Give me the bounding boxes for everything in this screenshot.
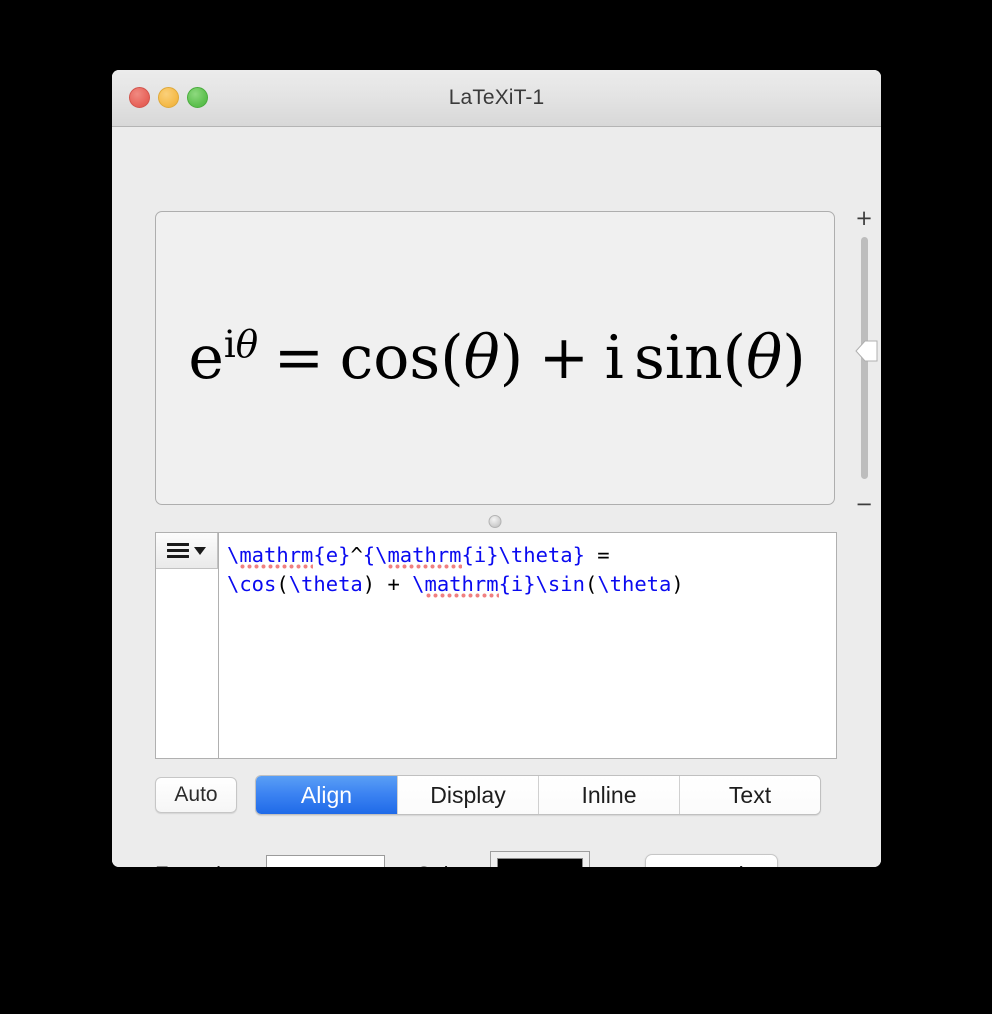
mode-segment-align[interactable]: Align bbox=[256, 776, 397, 814]
mode-selector-row: Auto Align Display Inline Text bbox=[155, 775, 821, 815]
editor-gutter bbox=[156, 533, 219, 758]
equation-sin: sin bbox=[634, 323, 723, 393]
equation-theta-2: θ bbox=[746, 323, 783, 393]
equation-close-paren-2: ) bbox=[782, 323, 806, 393]
mode-segment-inline[interactable]: Inline bbox=[538, 776, 679, 814]
source-token: \ bbox=[227, 543, 240, 567]
equation-i: i bbox=[604, 323, 624, 393]
font-size-input[interactable]: 36.00 pt bbox=[266, 855, 386, 867]
source-token: \theta bbox=[288, 572, 363, 596]
source-token: ^ bbox=[350, 543, 363, 567]
mode-auto-button[interactable]: Auto bbox=[155, 777, 237, 813]
mode-segment-display[interactable]: Display bbox=[397, 776, 538, 814]
equation-exponent-theta: θ bbox=[235, 322, 259, 366]
source-token: \ bbox=[375, 543, 388, 567]
equation-close-paren-1: ) bbox=[499, 323, 524, 393]
source-token: ( bbox=[276, 572, 289, 596]
window-titlebar: LaTeXiT-1 bbox=[112, 70, 881, 127]
preview-zoom-slider[interactable]: + − bbox=[849, 199, 879, 517]
source-token: ( bbox=[584, 572, 598, 596]
equation-equals: = bbox=[273, 323, 325, 393]
equation-open-paren-2: ( bbox=[722, 323, 747, 393]
equation-open-paren-1: ( bbox=[440, 323, 464, 393]
hamburger-menu-icon bbox=[167, 543, 189, 558]
editor-menu-button[interactable] bbox=[156, 533, 218, 569]
zoom-in-icon[interactable]: + bbox=[849, 208, 879, 229]
latex-it-button[interactable]: LaTeX it! bbox=[645, 854, 779, 867]
source-token-misspelled: mathrm bbox=[239, 543, 314, 570]
mode-segment-text[interactable]: Text bbox=[679, 776, 820, 814]
source-token: {i}\theta} bbox=[461, 543, 585, 567]
equation-e: e bbox=[188, 323, 224, 393]
font-size-label: Font size : bbox=[155, 862, 256, 867]
bottom-toolbar: Font size : 36.00 pt Color : LaTeX it! bbox=[155, 851, 837, 867]
equation-exponent: iθ bbox=[224, 322, 258, 366]
equation-exponent-i: i bbox=[223, 322, 236, 366]
source-token: {i}\sin bbox=[498, 572, 585, 596]
source-token: { bbox=[362, 543, 376, 567]
window-title: LaTeXiT-1 bbox=[448, 86, 545, 109]
desktop-background: LaTeXiT-1 eiθ = cos(θ) + i sin(θ) + − \m… bbox=[0, 0, 992, 1014]
splitter-grip-icon[interactable] bbox=[488, 515, 502, 528]
source-token: {e} bbox=[313, 543, 351, 567]
source-token: = bbox=[584, 543, 622, 567]
latexit-window: LaTeXiT-1 eiθ = cos(θ) + i sin(θ) + − \m… bbox=[112, 70, 881, 867]
color-label: Color : bbox=[415, 862, 480, 867]
source-token-misspelled: mathrm bbox=[424, 572, 499, 599]
source-token: ) bbox=[671, 572, 684, 596]
equation-plus: + bbox=[538, 323, 590, 393]
chevron-down-icon bbox=[194, 546, 206, 555]
equation-theta-1: θ bbox=[463, 323, 500, 393]
source-token: ) bbox=[362, 572, 376, 596]
rendered-equation: eiθ = cos(θ) + i sin(θ) bbox=[156, 325, 834, 388]
source-token-misspelled: mathrm bbox=[387, 543, 462, 570]
source-token: + bbox=[375, 572, 413, 596]
latex-source-editor[interactable]: \mathrm{e}^{\mathrm{i}\theta} = \cos(\th… bbox=[155, 532, 837, 759]
pane-splitter[interactable] bbox=[155, 513, 835, 531]
equation-preview-pane[interactable]: eiθ = cos(θ) + i sin(θ) bbox=[155, 211, 835, 505]
zoom-slider-thumb-icon bbox=[855, 340, 878, 362]
color-well[interactable] bbox=[490, 851, 591, 867]
source-token: \theta bbox=[597, 572, 672, 596]
equation-cos: cos bbox=[339, 323, 441, 393]
source-token: \ bbox=[412, 572, 425, 596]
window-body: eiθ = cos(θ) + i sin(θ) + − \mathrm{e}^{… bbox=[112, 127, 881, 867]
color-swatch[interactable] bbox=[497, 858, 584, 867]
zoom-out-icon[interactable]: − bbox=[849, 494, 879, 515]
latex-source-text[interactable]: \mathrm{e}^{\mathrm{i}\theta} = \cos(\th… bbox=[219, 533, 836, 758]
mode-segmented-control[interactable]: Align Display Inline Text bbox=[255, 775, 821, 815]
source-token: \cos bbox=[227, 572, 277, 596]
